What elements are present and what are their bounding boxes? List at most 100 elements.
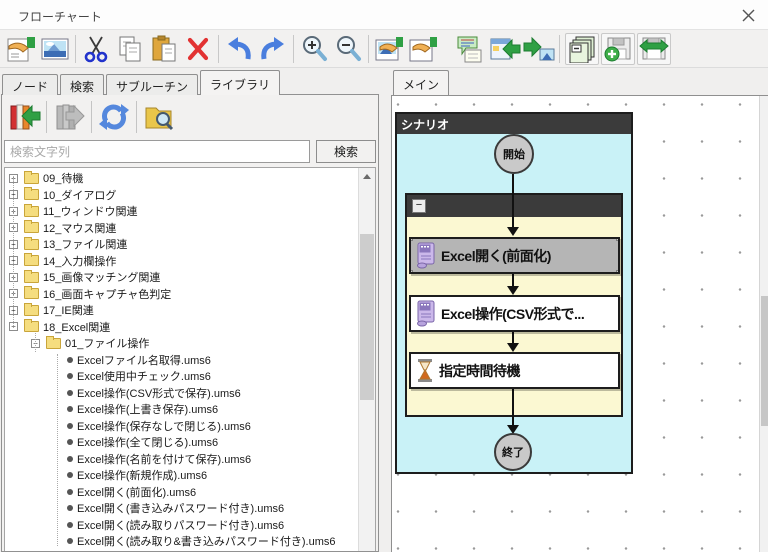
main-toolbar (0, 30, 768, 68)
save-add-button[interactable] (601, 32, 635, 65)
tab-search[interactable]: 検索 (60, 74, 105, 95)
zoom-in-button[interactable] (297, 33, 331, 65)
scroll-up-button[interactable] (359, 168, 375, 184)
tab-library[interactable]: ライブラリ (200, 70, 281, 95)
toolbar-separator (46, 101, 47, 133)
collapse-button[interactable]: − (412, 199, 426, 213)
toolbar-separator (293, 34, 294, 63)
tree-label: Excel操作(新規作成).ums6 (77, 470, 208, 483)
library-panel: ノード 検索 サブルーチン ライブラリ 検索文字列 検索 + 09_待機 + 1… (0, 68, 385, 552)
tree-label: Excel開く(前面化).ums6 (77, 486, 197, 499)
scenario-header[interactable]: シナリオ (397, 114, 631, 134)
selection-handle[interactable] (411, 270, 413, 272)
import-window-button[interactable] (488, 33, 522, 65)
library-folder-search-button[interactable] (140, 99, 178, 135)
redo-icon (261, 36, 284, 59)
flow-node-excel-csv[interactable]: Excel操作(CSV形式で... (409, 295, 620, 332)
file-bullet-icon (67, 356, 73, 363)
toolbar-separator (559, 34, 560, 63)
copy-button[interactable] (113, 33, 147, 65)
group-header[interactable]: − (407, 195, 621, 217)
tree-row[interactable]: +16_画面キャプチャ色判定 (5, 286, 358, 303)
page-stack-button[interactable] (565, 32, 599, 65)
tree-row[interactable]: −01_ファイル操作 (5, 335, 358, 352)
folder-search-icon (145, 107, 174, 131)
tree-label: Excel使用中チェック.ums6 (77, 371, 211, 384)
edit-image-button[interactable] (372, 33, 406, 65)
cut-icon (84, 36, 108, 62)
copy-icon (119, 36, 141, 61)
tree-scrollbar-thumb[interactable] (360, 234, 374, 400)
file-bullet-icon (67, 488, 73, 495)
tree-scrollbar[interactable] (358, 168, 375, 551)
folder-icon (46, 335, 61, 349)
import-library-icon (10, 104, 41, 130)
save-sync-icon (639, 37, 669, 59)
reload-library-button[interactable] (95, 99, 133, 135)
tree-row[interactable]: +10_ダイアログ (5, 187, 358, 204)
flow-node-excel-open[interactable]: Excel開く(前面化) (409, 237, 620, 274)
flow-node-wait[interactable]: 指定時間待機 (409, 352, 620, 389)
tab-node[interactable]: ノード (2, 74, 59, 95)
export-image-button[interactable] (522, 33, 556, 65)
import-library-button[interactable] (5, 99, 43, 135)
tree-row[interactable]: +17_IE関連 (5, 302, 358, 319)
script-icon (417, 300, 435, 327)
delete-button[interactable] (181, 33, 215, 65)
close-icon (742, 9, 754, 21)
zoom-in-icon (302, 36, 327, 61)
file-bullet-icon (67, 439, 73, 446)
tab-main[interactable]: メイン (393, 70, 450, 95)
library-toolbar (2, 97, 178, 137)
selection-handle[interactable] (616, 239, 618, 241)
tree-row[interactable]: +15_画像マッチング関連 (5, 269, 358, 286)
canvas-scrollbar[interactable] (759, 96, 768, 552)
file-bullet-icon (67, 521, 73, 528)
flowchart-canvas[interactable]: シナリオ − 開始 Excel開く(前面化) Excel操作(CSV形式で...… (391, 95, 768, 552)
redo-button[interactable] (256, 33, 290, 65)
tree-label: 12_マウス関連 (43, 222, 117, 235)
close-button[interactable] (736, 4, 760, 26)
tree-row[interactable]: +09_待機 (5, 170, 358, 187)
tree-label: Excel開く(読み取り&書き込みパスワード付き).ums6 (77, 536, 336, 549)
tree-row[interactable]: +12_マウス関連 (5, 220, 358, 237)
selection-handle[interactable] (616, 270, 618, 272)
search-input[interactable] (4, 140, 310, 163)
image-icon (41, 38, 69, 59)
image-button[interactable] (38, 33, 72, 65)
tree-row[interactable]: +13_ファイル関連 (5, 236, 358, 253)
tree-label: 09_待機 (43, 173, 84, 186)
arrowhead-icon (507, 227, 519, 236)
search-button[interactable]: 検索 (316, 140, 376, 163)
new-flowchart-button[interactable] (4, 33, 38, 65)
paste-button[interactable] (147, 33, 181, 65)
start-node[interactable]: 開始 (494, 134, 534, 174)
zoom-out-icon (336, 36, 361, 61)
tree-label: Excel操作(CSV形式で保存).ums6 (77, 387, 241, 400)
tree-items: +09_待機 +10_ダイアログ +11_ウィンドウ関連 +12_マウス関連 +… (5, 170, 358, 551)
tree-row[interactable]: +11_ウィンドウ関連 (5, 203, 358, 220)
export-library-icon (56, 104, 85, 130)
tree-row[interactable]: −18_Excel関連 (5, 319, 358, 336)
new-flowchart-icon (7, 36, 35, 61)
tree-label: 10_ダイアログ (43, 189, 117, 202)
edit-page-button[interactable] (406, 33, 440, 65)
undo-button[interactable] (222, 33, 256, 65)
node-label: 指定時間待機 (439, 362, 521, 379)
file-bullet-icon (67, 455, 73, 462)
toolbar-separator (91, 101, 92, 133)
end-node[interactable]: 終了 (494, 433, 532, 471)
export-image-icon (523, 36, 555, 60)
selection-handle[interactable] (411, 239, 413, 241)
tree-row[interactable]: +14_入力欄操作 (5, 253, 358, 270)
cut-button[interactable] (79, 33, 113, 65)
undo-icon (228, 36, 251, 59)
save-sync-button[interactable] (637, 32, 671, 65)
toolbar-separator (136, 101, 137, 133)
export-library-button[interactable] (50, 99, 88, 135)
comment-button[interactable] (454, 33, 488, 65)
reload-library-icon (99, 104, 129, 130)
zoom-out-button[interactable] (331, 33, 365, 65)
tab-subroutine[interactable]: サブルーチン (106, 74, 199, 95)
canvas-scrollbar-thumb[interactable] (761, 296, 768, 426)
